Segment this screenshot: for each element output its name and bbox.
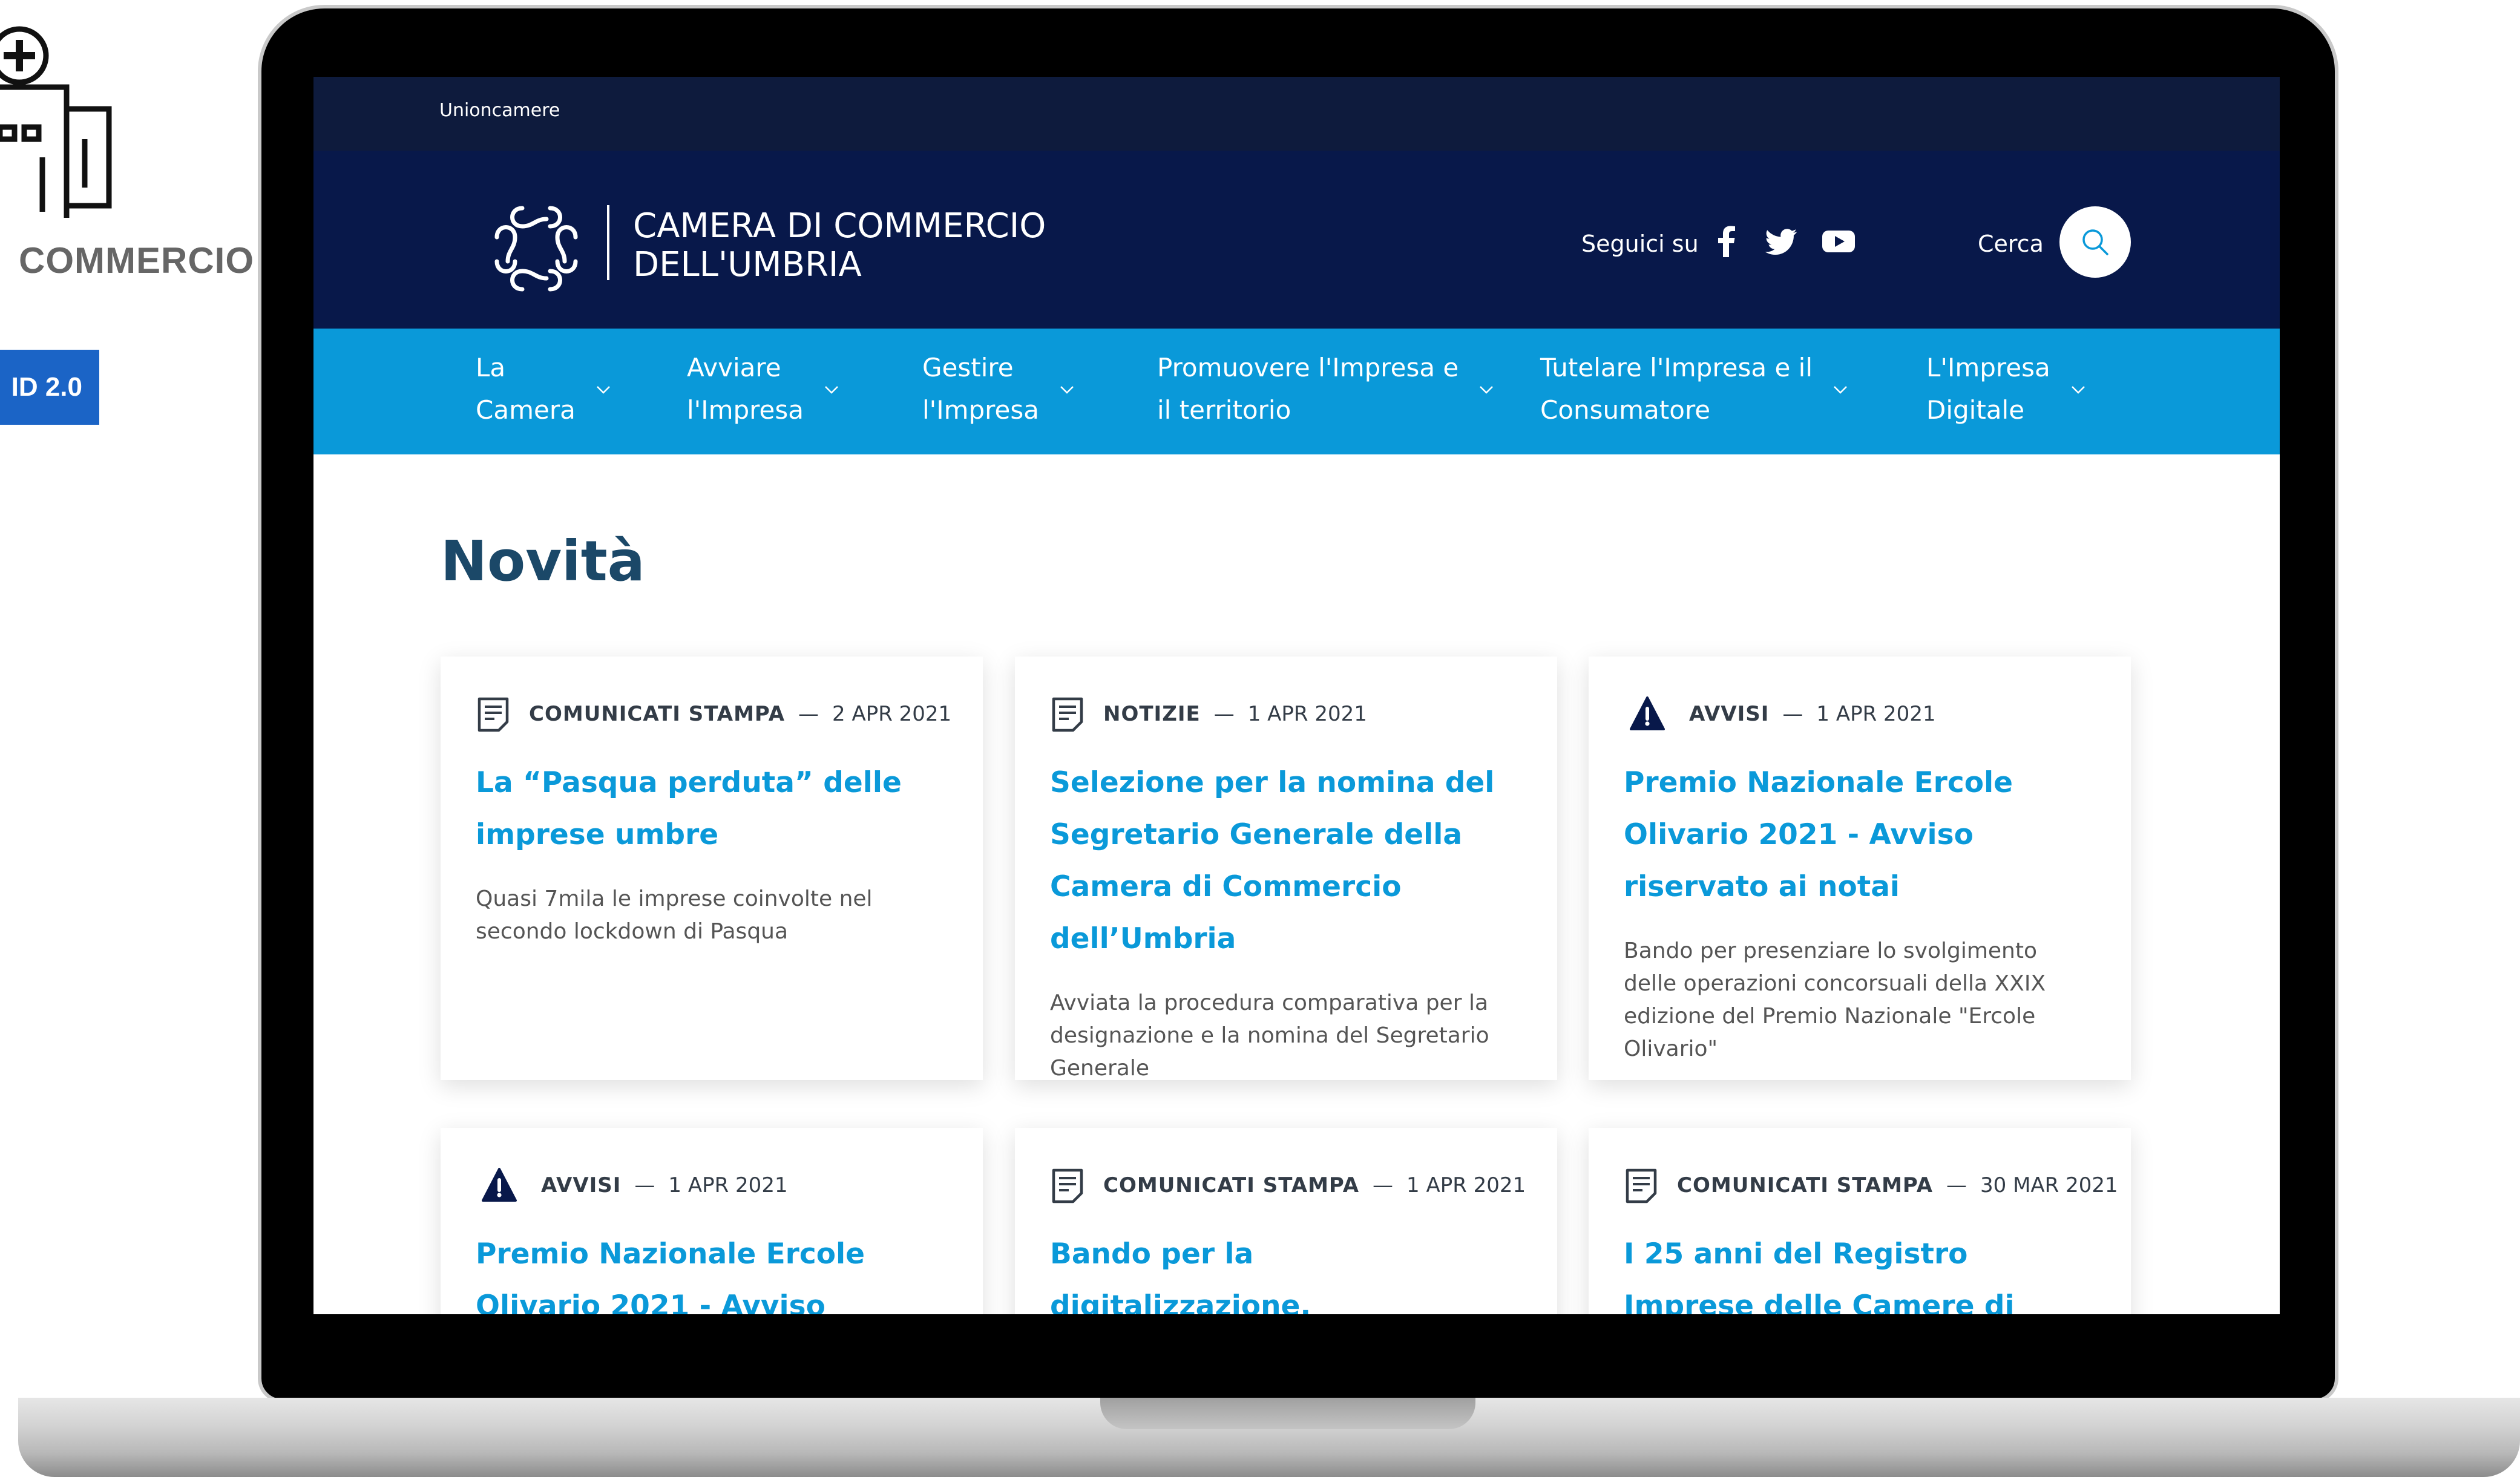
news-card[interactable]: AVVISI — 1 APR 2021 Premio Nazionale Erc…: [441, 1128, 983, 1314]
card-date: 1 APR 2021: [1247, 702, 1367, 726]
card-dash: —: [1946, 1173, 1967, 1197]
card-meta: NOTIZIE — 1 APR 2021: [1050, 693, 1522, 735]
logo-separator: [607, 205, 609, 280]
card-category[interactable]: AVVISI: [541, 1173, 621, 1197]
youtube-icon[interactable]: [1820, 223, 1857, 260]
chevron-down-icon: [2071, 386, 2085, 394]
card-category[interactable]: COMUNICATI STAMPA: [529, 702, 785, 726]
nav-label: Promuovere l'Impresa e il territorio: [1157, 353, 1459, 425]
card-category[interactable]: AVVISI: [1689, 702, 1769, 726]
main-navbar: La Camera Avviare l'Impresa Gestire l'Impre…: [313, 329, 2280, 454]
brand-name-line1[interactable]: CAMERA DI COMMERCIO: [633, 206, 1046, 246]
search-label: Cerca: [1978, 231, 2044, 257]
chevron-down-icon: [1834, 386, 1847, 394]
card-date: 1 APR 2021: [668, 1173, 788, 1197]
card-title[interactable]: La “Pasqua perduta” delle imprese umbre: [476, 757, 948, 861]
document-icon: [1052, 697, 1083, 732]
hospital-building-icon: [0, 26, 112, 218]
twitter-icon[interactable]: [1763, 223, 1799, 260]
search-icon: [2082, 229, 2108, 255]
card-title[interactable]: Bando per la digitalizzazione, l'interna…: [1050, 1228, 1522, 1314]
chevron-down-icon: [1060, 386, 1074, 394]
card-category[interactable]: COMUNICATI STAMPA: [1103, 1173, 1359, 1197]
nav-item-avviare-impresa[interactable]: Avviare l'Impresa: [687, 347, 842, 431]
brand-name-line2[interactable]: DELL'UMBRIA: [633, 245, 862, 284]
card-meta: COMUNICATI STAMPA — 30 MAR 2021: [1624, 1164, 2118, 1207]
news-card[interactable]: COMUNICATI STAMPA — 2 APR 2021 La “Pasqu…: [441, 657, 983, 1080]
laptop-screen: Unioncamere CAMERA DI COMMERCIO DELL'UMB…: [313, 77, 2280, 1314]
facebook-icon[interactable]: [1708, 223, 1745, 260]
warning-icon: [482, 1168, 517, 1202]
nav-label: Avviare l'Impresa: [687, 353, 804, 425]
card-dash: —: [1782, 702, 1803, 726]
slide-badge: ID 2.0: [0, 350, 99, 425]
card-date: 1 APR 2021: [1816, 702, 1936, 726]
card-title[interactable]: I 25 anni del Registro Imprese delle Cam…: [1624, 1228, 2096, 1314]
card-title[interactable]: Premio Nazionale Ercole Olivario 2021 - …: [1624, 757, 2096, 913]
card-date: 2 APR 2021: [832, 702, 952, 726]
unioncamere-link[interactable]: Unioncamere: [439, 100, 560, 121]
card-date: 30 MAR 2021: [1980, 1173, 2118, 1197]
card-category[interactable]: NOTIZIE: [1103, 702, 1201, 726]
document-icon: [1626, 1168, 1657, 1204]
nav-item-gestire-impresa[interactable]: Gestire l'Impresa: [922, 347, 1078, 431]
warning-icon: [1630, 696, 1665, 730]
card-dash: —: [1213, 702, 1235, 726]
card-meta: COMUNICATI STAMPA — 2 APR 2021: [476, 693, 952, 735]
card-title[interactable]: Premio Nazionale Ercole Olivario 2021 - …: [476, 1228, 948, 1314]
card-description: Quasi 7mila le imprese coinvolte nel sec…: [476, 886, 873, 944]
news-card[interactable]: COMUNICATI STAMPA — 1 APR 2021 Bando per…: [1015, 1128, 1557, 1314]
news-card[interactable]: AVVISI — 1 APR 2021 Premio Nazionale Erc…: [1589, 657, 2131, 1080]
slim-header: Unioncamere: [313, 77, 2280, 151]
document-icon: [1052, 1168, 1083, 1204]
card-dash: —: [798, 702, 819, 726]
card-meta: AVVISI — 1 APR 2021: [1624, 693, 2096, 735]
card-description: Avviata la procedura comparativa per la …: [1050, 991, 1489, 1081]
laptop-base-notch: [1100, 1398, 1475, 1429]
nav-label: Tutelare l'Impresa e il Consumatore: [1540, 353, 1813, 425]
logo-icon[interactable]: [485, 197, 588, 300]
nav-label: Gestire l'Impresa: [922, 353, 1039, 425]
card-title[interactable]: Selezione per la nomina del Segretario G…: [1050, 757, 1522, 965]
card-date: 1 APR 2021: [1406, 1173, 1526, 1197]
card-category[interactable]: COMUNICATI STAMPA: [1677, 1173, 1933, 1197]
center-header: CAMERA DI COMMERCIO DELL'UMBRIA Seguici …: [313, 151, 2280, 329]
card-meta: AVVISI — 1 APR 2021: [476, 1164, 948, 1207]
card-meta: COMUNICATI STAMPA — 1 APR 2021: [1050, 1164, 1526, 1207]
nav-item-promuovere-impresa[interactable]: Promuovere l'Impresa e il territorio: [1157, 347, 1497, 431]
chevron-down-icon: [825, 386, 838, 394]
search-button[interactable]: [2059, 206, 2131, 278]
nav-item-tutelare-impresa[interactable]: Tutelare l'Impresa e il Consumatore: [1540, 347, 1851, 431]
nav-label: La Camera: [476, 353, 576, 425]
slide-title-fragment: COMMERCIO: [19, 240, 254, 281]
nav-item-impresa-digitale[interactable]: L'Impresa Digitale: [1926, 347, 2089, 431]
card-dash: —: [1373, 1173, 1394, 1197]
card-dash: —: [634, 1173, 655, 1197]
news-card[interactable]: COMUNICATI STAMPA — 30 MAR 2021 I 25 ann…: [1589, 1128, 2131, 1314]
page-title: Novità: [441, 529, 645, 594]
card-description: Bando per presenziare lo svolgimento del…: [1624, 938, 2046, 1061]
chevron-down-icon: [596, 386, 610, 394]
document-icon: [477, 697, 509, 732]
chevron-down-icon: [1480, 386, 1494, 394]
nav-label: L'Impresa Digitale: [1926, 353, 2050, 425]
follow-us-label: Seguici su: [1581, 231, 1699, 257]
nav-item-la-camera[interactable]: La Camera: [476, 347, 614, 431]
news-card[interactable]: NOTIZIE — 1 APR 2021 Selezione per la no…: [1015, 657, 1557, 1081]
